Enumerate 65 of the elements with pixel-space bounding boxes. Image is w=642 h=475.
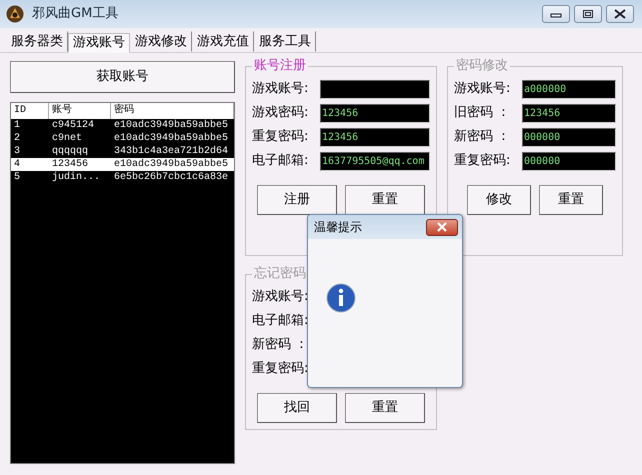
close-icon	[436, 222, 448, 232]
group-title: 密码修改	[454, 58, 510, 74]
list-cell-text: 123456	[51, 158, 90, 171]
list-cell-text: 1	[13, 119, 22, 132]
tab[interactable]: 服务工具	[254, 31, 316, 52]
list-cell-text: 343b1c4a3ea721b2d64	[113, 145, 230, 158]
input-field[interactable]: 1637795505@qq.com	[320, 152, 430, 170]
field-label: 重复密码:	[252, 128, 310, 146]
field-label: 游戏账号:	[454, 80, 512, 98]
tab[interactable]: 游戏充值	[192, 31, 254, 52]
column-header[interactable]: 密码	[111, 103, 234, 119]
group-title: 账号注册	[252, 58, 308, 74]
form-button[interactable]: 找回	[257, 393, 337, 423]
list-cell-text: judin...	[51, 171, 102, 184]
form-button[interactable]: 修改	[467, 185, 531, 215]
dialog-title: 温馨提示	[314, 219, 362, 236]
form-button[interactable]: 注册	[257, 185, 337, 215]
list-cell-text: 2	[13, 132, 22, 145]
form-button[interactable]: 重置	[345, 185, 425, 215]
list-cell-text: c945124	[51, 119, 96, 132]
minimize-button[interactable]	[542, 5, 570, 23]
input-field[interactable]: 000000	[522, 128, 616, 146]
app-icon	[6, 5, 24, 23]
group-title: 忘记密码	[252, 266, 308, 282]
field-label: 重复密码:	[454, 152, 512, 170]
input-field[interactable]: 000000	[522, 152, 616, 170]
list-cell-text: e10adc3949ba59abbe5	[113, 132, 230, 145]
column-header[interactable]: 账号	[49, 103, 111, 119]
field-label: 电子邮箱:	[252, 312, 310, 330]
form-button[interactable]: 重置	[539, 185, 603, 215]
maximize-icon	[582, 9, 594, 19]
field-label: 重复密码:	[252, 360, 310, 378]
list-cell-text: 3	[13, 145, 22, 158]
list-cell-text: 6e5bc26b7cbc1c6a83e	[113, 171, 230, 184]
list-cell-text: 5	[13, 171, 22, 184]
input-field[interactable]: 123456	[522, 104, 616, 122]
info-icon	[326, 283, 356, 313]
close-button[interactable]	[426, 218, 458, 236]
list-cell-text: c9net	[51, 132, 84, 145]
selected-row[interactable]: 4 123456 e10adc3949ba59abbe5	[11, 158, 234, 171]
list-cell-text: e10adc3949ba59abbe5	[113, 119, 230, 132]
column-header[interactable]: ID	[11, 103, 49, 119]
input-field[interactable]: 123456	[320, 128, 430, 146]
field-label: 新密码 :	[454, 128, 507, 146]
field-label: 游戏密码:	[252, 104, 310, 122]
input-field[interactable]: a000000	[522, 80, 616, 98]
tab[interactable]: 游戏修改	[130, 31, 192, 52]
list-cell-text: e10adc3949ba59abbe5	[113, 158, 230, 171]
window-title: 邪风曲GM工具	[32, 5, 118, 24]
maximize-button[interactable]	[574, 5, 602, 23]
list-cell-text: 4	[13, 158, 22, 171]
field-label: 旧密码 :	[454, 104, 507, 122]
field-label: 游戏账号:	[252, 288, 310, 306]
fetch-accounts-button[interactable]: 获取账号	[10, 61, 235, 93]
list-cell-text: qqqqqq	[51, 145, 90, 158]
close-icon	[613, 9, 627, 19]
field-label: 游戏账号:	[252, 80, 310, 98]
field-label: 电子邮箱:	[252, 152, 310, 170]
tab[interactable]: 游戏账号	[68, 33, 130, 53]
account-list[interactable]: ID 账号 密码 1 c945124 e10adc3949ba59abbe5 2 c9net e10adc3949ba59abbe5 3 qqqqqq 343b1c4a3ea721b2d64 4 123456 e10adc3949ba59abbe5 5 judin... 6e5bc26b7cbc1c6a83e	[10, 102, 235, 464]
input-field[interactable]	[320, 80, 430, 98]
form-button[interactable]: 重置	[345, 393, 425, 423]
input-field[interactable]: 123456	[320, 104, 430, 122]
close-button[interactable]	[606, 5, 634, 23]
field-label: 新密码 :	[252, 336, 305, 354]
